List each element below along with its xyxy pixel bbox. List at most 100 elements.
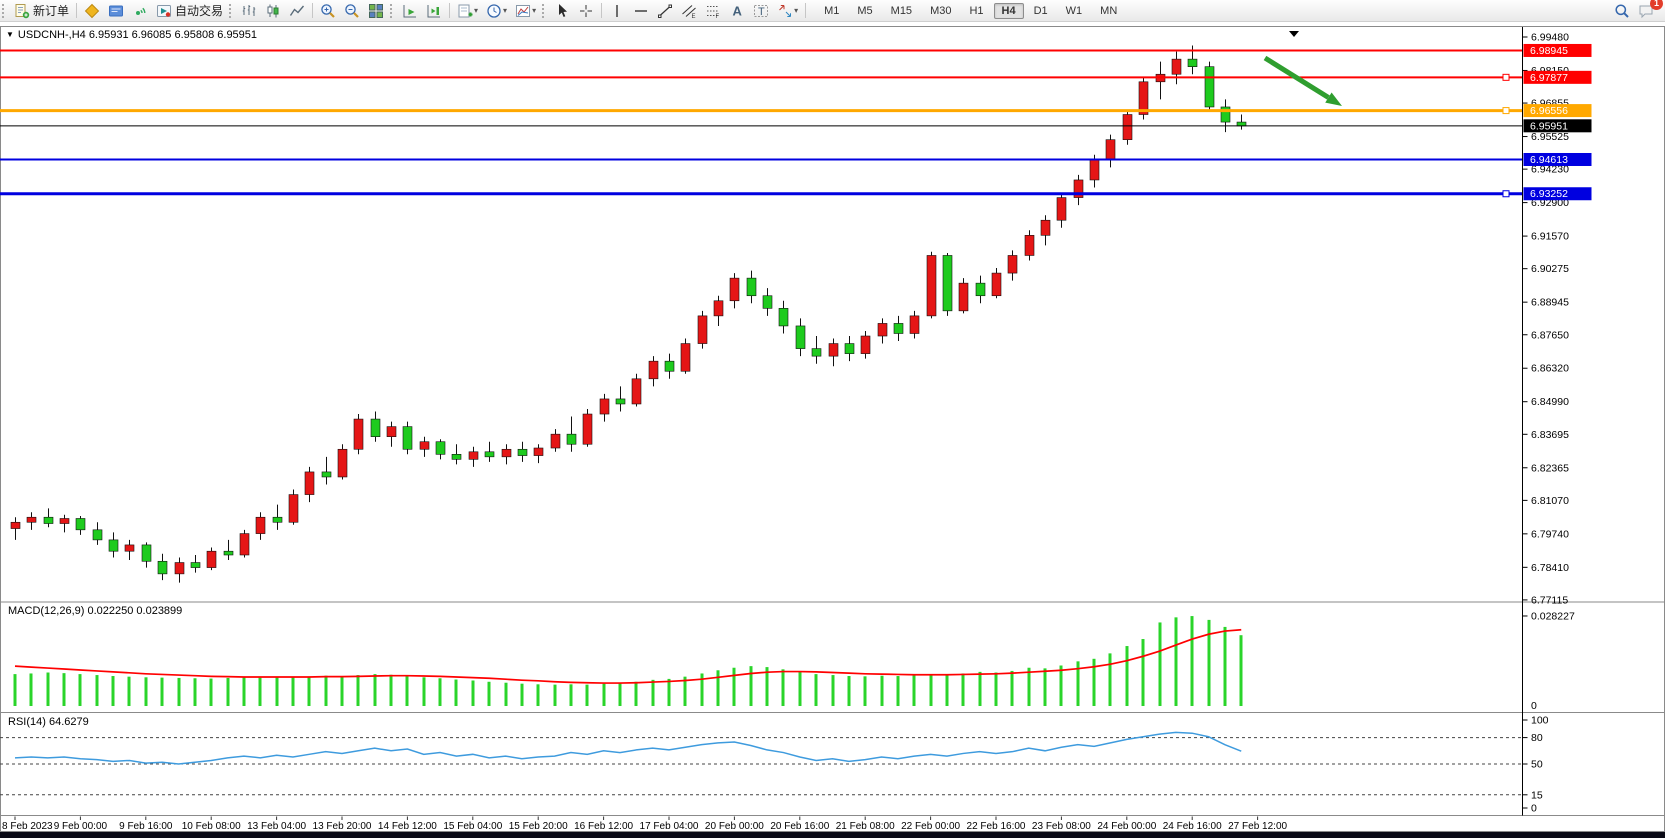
macd-bar <box>30 673 33 706</box>
macd-bar <box>1028 668 1031 706</box>
new-order-button[interactable]: 新订单 <box>11 1 72 21</box>
chart-title: ▼USDCNH-,H4 6.95931 6.96085 6.95808 6.95… <box>6 29 257 41</box>
timeframe-mn[interactable]: MN <box>1092 3 1125 19</box>
price-line-handle[interactable] <box>1503 191 1509 197</box>
timeframe-h1[interactable]: H1 <box>961 3 991 19</box>
rsi-axis-label: 15 <box>1531 789 1543 801</box>
macd-bar <box>259 678 262 706</box>
candle <box>1172 59 1181 74</box>
price-tick-label: 6.88945 <box>1531 297 1569 309</box>
channel-button[interactable]: E <box>678 1 700 21</box>
candle <box>403 427 412 450</box>
price-tick-label: 6.81070 <box>1531 495 1569 507</box>
candle <box>567 434 576 444</box>
candle <box>11 522 20 528</box>
auto-scroll-button[interactable] <box>399 1 421 21</box>
price-line-label: 6.97877 <box>1530 72 1568 84</box>
new-chart-button[interactable]: ▾ <box>454 1 481 21</box>
price-tick-label: 6.91570 <box>1531 231 1569 243</box>
timeframe-d1[interactable]: D1 <box>1026 3 1056 19</box>
new-order-icon <box>14 3 30 19</box>
macd-bar <box>276 677 279 706</box>
chart-canvas[interactable]: 6.994806.981506.968556.955256.942306.929… <box>0 26 1665 832</box>
chart-shift-button[interactable] <box>423 1 445 21</box>
price-tick-label: 6.82365 <box>1531 462 1569 474</box>
candle <box>469 452 478 460</box>
line-chart-button[interactable] <box>286 1 308 21</box>
date-label: 17 Feb 04:00 <box>640 821 699 832</box>
date-label: 20 Feb 16:00 <box>770 821 829 832</box>
arrows-button[interactable]: ▾ <box>774 1 801 21</box>
chart-menu-arrow-icon[interactable]: ▼ <box>6 30 14 39</box>
candle <box>273 517 282 522</box>
search-button[interactable] <box>1611 1 1633 21</box>
candle <box>1057 198 1066 221</box>
candle <box>76 518 85 529</box>
macd-bar <box>782 669 785 706</box>
date-label: 13 Feb 04:00 <box>247 821 306 832</box>
crosshair-button[interactable] <box>575 1 597 21</box>
date-label: 14 Feb 12:00 <box>378 821 437 832</box>
toolbar-grip[interactable] <box>390 4 394 18</box>
chat-button[interactable]: 1 <box>1635 1 1657 21</box>
timeframe-m5[interactable]: M5 <box>849 3 880 19</box>
arrows-icon <box>777 3 793 19</box>
mql5-button[interactable] <box>81 1 103 21</box>
candle <box>289 495 298 523</box>
timeframe-w1[interactable]: W1 <box>1058 3 1091 19</box>
autotrading-button[interactable]: 自动交易 <box>153 1 226 21</box>
zoom-out-button[interactable] <box>341 1 363 21</box>
macd-bar <box>1109 653 1112 706</box>
toolbar-grip[interactable] <box>2 4 6 18</box>
metaeditor-icon <box>108 3 124 19</box>
cursor-button[interactable] <box>551 1 573 21</box>
toolbar-grip[interactable] <box>229 4 233 18</box>
signals-button[interactable] <box>129 1 151 21</box>
zoom-in-button[interactable] <box>317 1 339 21</box>
price-line-label: 6.98945 <box>1530 45 1568 57</box>
vertical-line-icon <box>609 3 625 19</box>
macd-bar <box>14 674 17 706</box>
text-label-button[interactable]: T <box>750 1 772 21</box>
timeframe-m1[interactable]: M1 <box>816 3 847 19</box>
candle <box>534 448 543 456</box>
vertical-line-button[interactable] <box>606 1 628 21</box>
metaeditor-button[interactable] <box>105 1 127 21</box>
trendline-button[interactable] <box>654 1 676 21</box>
price-line-handle[interactable] <box>1503 108 1509 114</box>
candle <box>1090 160 1099 180</box>
macd-bar <box>243 677 246 706</box>
macd-bar <box>1126 646 1129 706</box>
candle <box>632 379 641 404</box>
timeframe-m30[interactable]: M30 <box>922 3 959 19</box>
price-line-handle[interactable] <box>1503 74 1509 80</box>
candle <box>992 273 1001 296</box>
candle <box>1025 235 1034 255</box>
line-chart-icon <box>289 3 305 19</box>
candle <box>747 278 756 296</box>
candle <box>730 278 739 301</box>
candle <box>927 255 936 315</box>
signals-icon <box>132 3 148 19</box>
candlestick-chart-button[interactable] <box>262 1 284 21</box>
price-line-label: 6.94613 <box>1530 154 1568 166</box>
timeframe-m15[interactable]: M15 <box>883 3 920 19</box>
tile-windows-button[interactable] <box>365 1 387 21</box>
chart-shift-marker[interactable] <box>1289 31 1299 37</box>
candle <box>322 472 331 477</box>
text-button[interactable]: A <box>726 1 748 21</box>
timeframe-h4[interactable]: H4 <box>994 3 1024 19</box>
text-label-icon: T <box>753 3 769 19</box>
fibonacci-button[interactable]: F <box>702 1 724 21</box>
candle <box>959 283 968 311</box>
bar-chart-button[interactable] <box>238 1 260 21</box>
toolbar-grip[interactable] <box>542 4 546 18</box>
date-label: 20 Feb 00:00 <box>705 821 764 832</box>
macd-bar <box>586 685 589 706</box>
macd-bar <box>1142 639 1145 706</box>
horizontal-line-button[interactable] <box>630 1 652 21</box>
candle <box>420 442 429 450</box>
template-button[interactable]: ▾ <box>512 1 539 21</box>
period-button[interactable]: ▾ <box>483 1 510 21</box>
candle <box>175 563 184 574</box>
